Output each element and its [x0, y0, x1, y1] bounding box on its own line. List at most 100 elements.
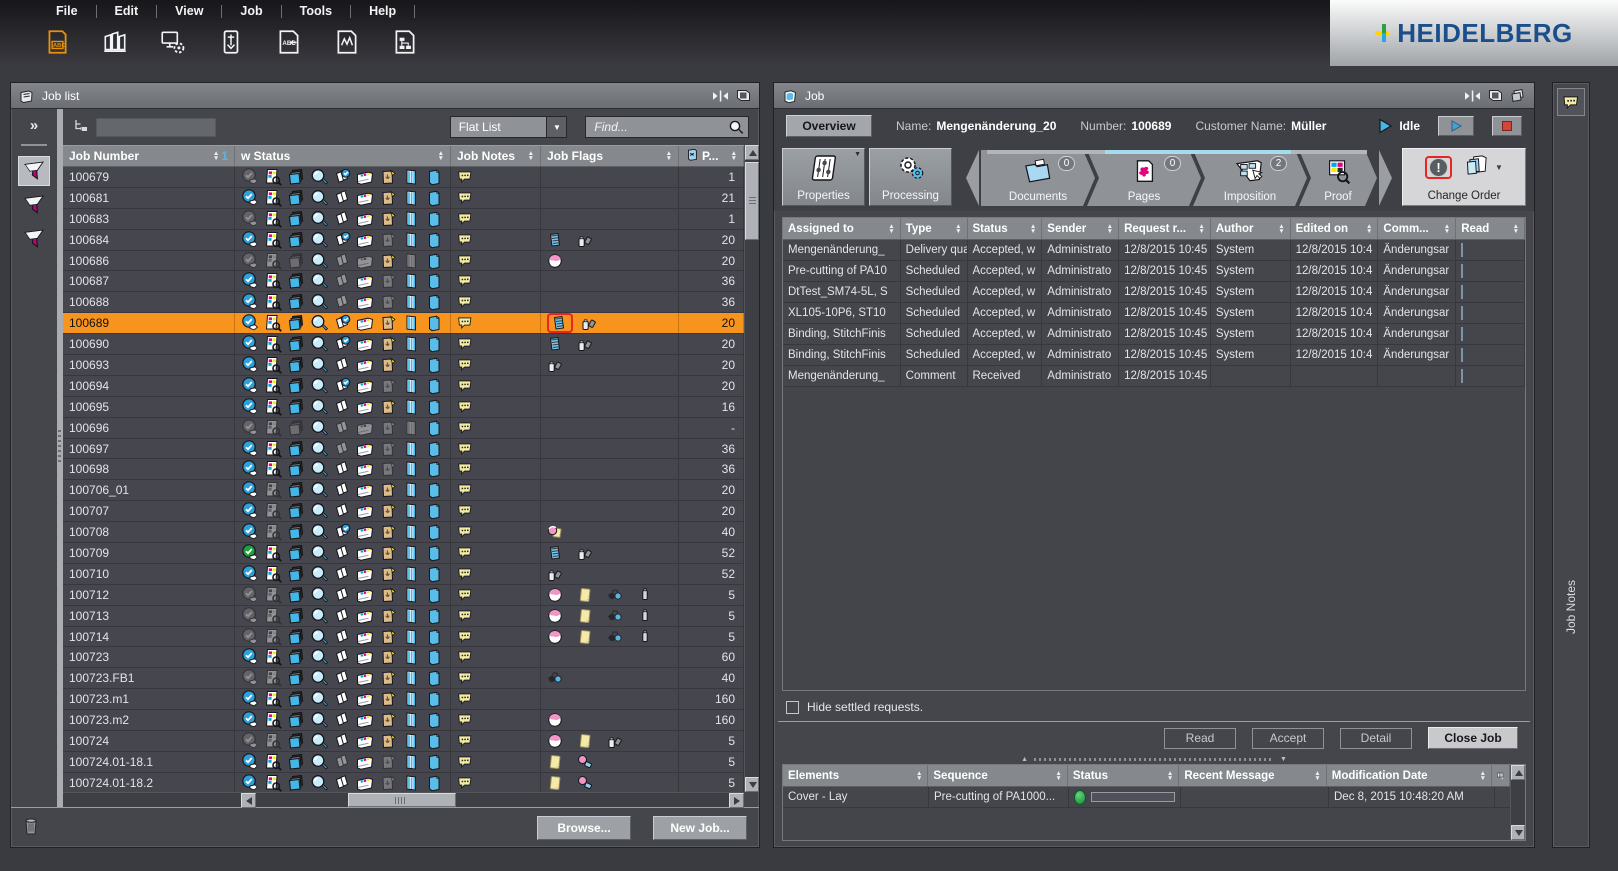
column-header-modification-date[interactable]: Modification Date▲▼ [1327, 765, 1492, 786]
job-row-100713[interactable]: 100713 5 [63, 606, 744, 627]
search-icon[interactable] [727, 119, 744, 136]
job-table-header[interactable]: Job Number▲▼1 w Status▲▼ Job Notes▲▼ Job… [63, 145, 744, 167]
abc-book-icon[interactable]: ABC [40, 26, 74, 58]
column-header-job-notes[interactable]: Job Notes▲▼ [451, 146, 541, 166]
column-header-type[interactable]: Type▲▼ [901, 218, 968, 239]
columns-icon[interactable] [98, 26, 132, 58]
stop-button[interactable] [1492, 116, 1522, 136]
job-row-100723[interactable]: 100723 60 [63, 647, 744, 668]
dock-panel-icon[interactable] [1487, 89, 1503, 102]
request-row[interactable]: XL105-10P6, ST10ScheduledAccepted, wAdmi… [783, 303, 1525, 324]
job-row-100723.FB1[interactable]: 100723.FB1 40 [63, 668, 744, 689]
job-row-100688[interactable]: 100688 36 [63, 292, 744, 313]
sort-icon[interactable]: ▲▼ [1194, 224, 1204, 234]
column-header-edited-on[interactable]: Edited on▲▼ [1291, 218, 1379, 239]
column-header-pages[interactable]: P...▲▼ [679, 146, 744, 166]
job-row-100724.01-18.2[interactable]: 100724.01-18.2 5 [63, 773, 744, 792]
read-checkbox[interactable] [1461, 369, 1463, 383]
browse-button[interactable]: Browse... [537, 816, 631, 840]
read-checkbox[interactable] [1461, 306, 1463, 320]
tree-view-icon[interactable] [73, 118, 90, 136]
filter-funnel-button-3[interactable] [18, 224, 50, 254]
scrollbar-thumb[interactable] [348, 793, 456, 807]
request-row[interactable]: Pre-cutting of PA10ScheduledAccepted, wA… [783, 261, 1525, 282]
column-header-sender[interactable]: Sender▲▼ [1042, 218, 1119, 239]
elements-vertical-scrollbar[interactable] [1510, 765, 1525, 840]
request-row[interactable]: Mengenänderung_Delivery quaAccepted, wAd… [783, 240, 1525, 261]
sort-icon[interactable]: ▲▼ [1163, 771, 1173, 781]
scroll-down-button[interactable] [1511, 825, 1525, 840]
request-row[interactable]: Binding, StitchFinisScheduledAccepted, w… [783, 324, 1525, 345]
detail-button[interactable]: Detail [1340, 728, 1412, 749]
tab-proof[interactable]: Proof [1299, 150, 1377, 206]
job-table-horizontal-scrollbar[interactable] [63, 792, 744, 807]
job-row-100687[interactable]: 100687 36 [63, 271, 744, 292]
column-header-request-r-[interactable]: Request r...▲▼ [1119, 218, 1211, 239]
sort-icon[interactable]: ▲▼ [1274, 224, 1284, 234]
tab-processing[interactable]: Processing [869, 148, 952, 206]
column-header-comm-[interactable]: Comm...▲▼ [1378, 218, 1456, 239]
report-doc-icon[interactable] [330, 26, 364, 58]
job-row-100723.m2[interactable]: 100723.m2 160 [63, 710, 744, 731]
column-header-read[interactable]: Read▲▼ [1456, 218, 1525, 239]
job-notes-icon[interactable] [1557, 88, 1585, 116]
sort-icon[interactable]: ▲▼ [209, 151, 219, 161]
job-row-100724[interactable]: 100724 5 [63, 731, 744, 752]
start-button[interactable] [1438, 116, 1474, 136]
sort-icon[interactable]: ▲▼ [1310, 771, 1320, 781]
column-header-job-number[interactable]: Job Number▲▼1 [63, 146, 235, 166]
column-header-job-flags[interactable]: Job Flags▲▼ [541, 146, 679, 166]
job-row-100681[interactable]: 100681 21 [63, 188, 744, 209]
device-transfer-icon[interactable] [214, 26, 248, 58]
read-checkbox[interactable] [1461, 285, 1463, 299]
filter-funnel-button-1[interactable] [18, 156, 50, 186]
request-row[interactable]: Binding, StitchFinisScheduledAccepted, w… [783, 345, 1525, 366]
scroll-right-button[interactable] [729, 793, 744, 808]
read-checkbox[interactable] [1461, 243, 1463, 257]
overview-button[interactable]: Overview [786, 115, 872, 137]
job-row-100708[interactable]: 100708 40 [63, 522, 744, 543]
menu-view[interactable]: View [157, 2, 221, 20]
read-checkbox[interactable] [1461, 348, 1463, 362]
chevron-down-icon[interactable]: ▼ [854, 151, 861, 158]
job-row-100690[interactable]: 100690 20 [63, 334, 744, 355]
tab-imposition[interactable]: 2Imposition [1193, 150, 1307, 206]
scroll-up-button[interactable] [745, 145, 759, 160]
trash-icon[interactable] [23, 816, 39, 839]
read-checkbox[interactable] [1461, 264, 1463, 278]
job-row-100697[interactable]: 100697 36 [63, 439, 744, 460]
column-header-status[interactable]: Status▲▼ [968, 218, 1043, 239]
request-row[interactable]: Mengenänderung_CommentReceivedAdministra… [783, 366, 1525, 387]
elements-table-header[interactable]: Elements▲▼Sequence▲▼Status▲▼Recent Messa… [783, 765, 1510, 787]
float-panel-icon[interactable] [1510, 89, 1526, 102]
job-row-100710[interactable]: 100710 52 [63, 564, 744, 585]
expand-sidebar-button[interactable]: » [22, 115, 46, 136]
search-input[interactable]: Find... [585, 116, 749, 138]
job-row-100698[interactable]: 100698 36 [63, 459, 744, 480]
job-row-100712[interactable]: 100712 5 [63, 585, 744, 606]
dock-panel-icon[interactable] [735, 89, 751, 102]
chevron-down-icon[interactable]: ▼ [1495, 163, 1503, 172]
job-row-100696[interactable]: 100696 - [63, 418, 744, 439]
sort-icon[interactable]: ▲▼ [1362, 224, 1372, 234]
flow-scroll-right-button[interactable] [1379, 150, 1392, 206]
column-header-sequence[interactable]: Sequence▲▼ [928, 765, 1067, 786]
job-row-100679[interactable]: 100679 1 [63, 167, 744, 188]
view-mode-select[interactable]: Flat List ▼ [450, 116, 568, 138]
job-table-vertical-scrollbar[interactable] [744, 145, 759, 792]
menu-help[interactable]: Help [351, 2, 414, 20]
close-job-button[interactable]: Close Job [1428, 727, 1518, 749]
new-job-button[interactable]: New Job... [653, 816, 747, 840]
scrollbar-thumb[interactable] [745, 162, 759, 240]
workflow-doc-icon[interactable] [388, 26, 422, 58]
job-row-100695[interactable]: 100695 16 [63, 397, 744, 418]
column-header-author[interactable]: Author▲▼ [1211, 218, 1291, 239]
requests-table-header[interactable]: Assigned to▲▼Type▲▼Status▲▼Sender▲▼Reque… [783, 218, 1525, 240]
job-row-100693[interactable]: 100693 20 [63, 355, 744, 376]
job-row-100709[interactable]: 100709 52 [63, 543, 744, 564]
scroll-down-button[interactable] [745, 777, 759, 792]
sort-icon[interactable]: ▲▼ [662, 151, 672, 161]
scroll-up-button[interactable] [1511, 765, 1525, 780]
sort-icon[interactable]: ▲▼ [434, 151, 444, 161]
sort-icon[interactable]: ▲▼ [1103, 224, 1113, 234]
